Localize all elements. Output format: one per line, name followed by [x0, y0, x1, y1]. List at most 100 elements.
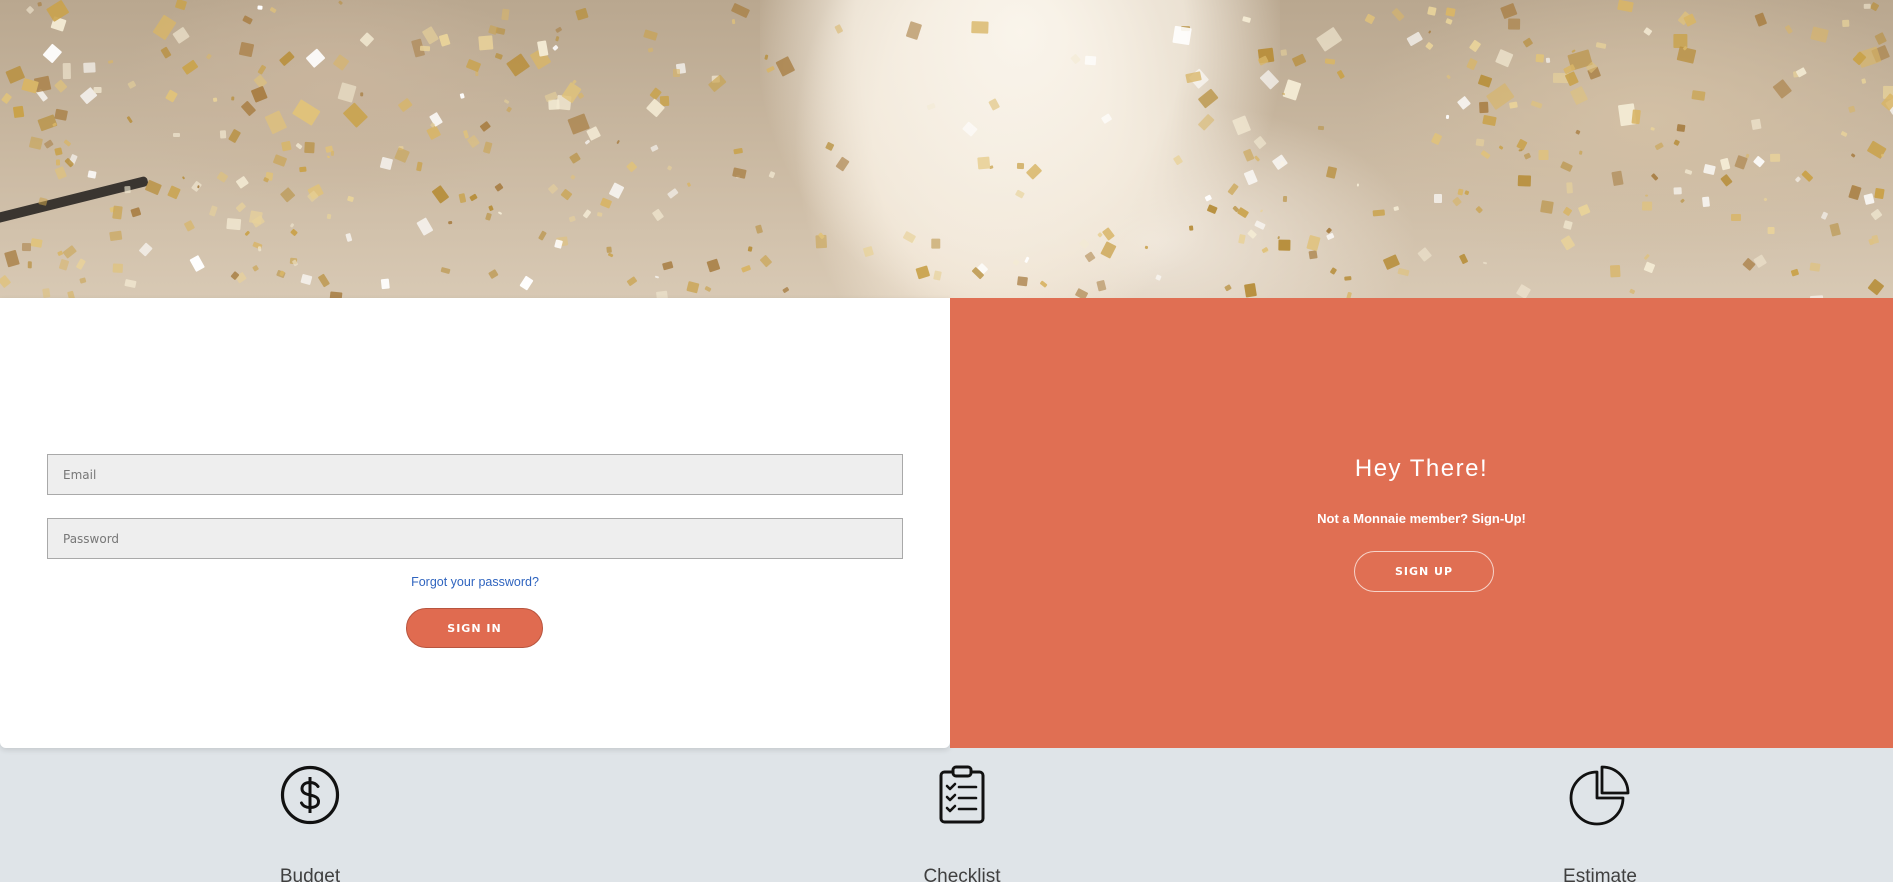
confetti-piece [931, 238, 941, 248]
password-field[interactable] [47, 518, 903, 559]
confetti-piece [1719, 173, 1733, 187]
confetti-piece [46, 0, 70, 23]
confetti-piece [568, 151, 582, 164]
confetti-piece [189, 254, 206, 272]
confetti-piece [206, 53, 213, 60]
confetti-piece [66, 290, 75, 298]
confetti-piece [173, 133, 180, 138]
confetti-piece [145, 179, 163, 195]
confetti-piece [289, 228, 298, 237]
confetti-piece [1397, 267, 1410, 277]
feature-estimate-label: Estimate [1563, 866, 1637, 882]
confetti-piece [1482, 261, 1487, 265]
confetti-piece [488, 205, 494, 212]
confetti-piece [1753, 155, 1766, 168]
confetti-piece [1538, 149, 1549, 160]
confetti-piece [431, 185, 450, 204]
confetti-piece [1754, 12, 1768, 27]
confetti-piece [3, 249, 20, 268]
confetti-piece [1480, 149, 1491, 159]
confetti-piece [1643, 261, 1656, 274]
confetti-piece [1479, 101, 1490, 114]
confetti-piece [506, 106, 513, 114]
feature-checklist[interactable]: Checklist [882, 764, 1042, 882]
confetti-piece [732, 166, 748, 179]
confetti-piece [655, 290, 668, 298]
confetti-piece [1574, 129, 1581, 135]
confetti-piece [279, 186, 296, 203]
confetti-piece [167, 185, 182, 200]
confetti-piece [1578, 203, 1591, 216]
confetti-piece [1325, 165, 1338, 179]
confetti-piece [462, 129, 469, 139]
email-field[interactable] [47, 454, 903, 495]
feature-budget[interactable]: Budget [230, 764, 390, 882]
confetti-piece [292, 98, 321, 126]
confetti-piece [1770, 153, 1781, 162]
confetti-piece [1643, 26, 1653, 36]
confetti-piece [1457, 188, 1464, 197]
confetti-piece [279, 51, 295, 66]
confetti-piece [1644, 194, 1648, 197]
confetti-piece [1562, 206, 1573, 217]
confetti-piece [1344, 275, 1352, 281]
confetti-piece [262, 177, 270, 184]
gown-highlight [760, 0, 1280, 298]
confetti-piece [1763, 197, 1768, 202]
confetti-piece [1494, 48, 1514, 68]
confetti-piece [626, 161, 638, 173]
confetti-piece [337, 82, 357, 103]
confetti-piece [1530, 99, 1543, 109]
confetti-piece [1773, 78, 1793, 99]
confetti-piece [488, 24, 499, 35]
forgot-password-link[interactable]: Forgot your password? [0, 575, 950, 589]
confetti-piece [1642, 201, 1653, 210]
feature-estimate[interactable]: Estimate [1520, 764, 1680, 882]
confetti-piece [1871, 233, 1880, 244]
clipboard-checklist-icon [939, 765, 985, 824]
confetti-piece [1016, 163, 1025, 170]
confetti-piece [76, 257, 87, 270]
confetti-piece [419, 45, 431, 52]
confetti-piece [380, 156, 394, 170]
confetti-piece [1523, 37, 1534, 48]
feature-checklist-label: Checklist [923, 866, 1001, 882]
confetti-piece [438, 34, 451, 48]
confetti-piece [1336, 69, 1345, 79]
confetti-piece [63, 62, 72, 79]
confetti-piece [686, 182, 691, 188]
confetti-piece [1565, 71, 1580, 87]
confetti-piece [1458, 253, 1469, 265]
confetti-piece [1278, 239, 1291, 251]
confetti-piece [42, 288, 51, 298]
confetti-piece [1841, 19, 1850, 28]
sign-in-button[interactable]: SIGN IN [406, 608, 543, 648]
signup-subtitle: Not a Monnaie member? Sign-Up! [1317, 511, 1526, 526]
confetti-piece [459, 92, 465, 100]
confetti-piece [1569, 85, 1588, 106]
confetti-cannon-handle [0, 175, 149, 225]
confetti-piece [706, 258, 721, 273]
confetti-piece [124, 185, 131, 193]
confetti-piece [1427, 6, 1437, 17]
confetti-piece [252, 265, 260, 272]
confetti-piece [1524, 152, 1532, 160]
confetti-piece [730, 2, 750, 18]
confetti-piece [62, 245, 77, 259]
confetti-piece [538, 230, 548, 241]
confetti-piece [131, 207, 142, 218]
confetti-piece [1084, 55, 1096, 66]
confetti-piece [548, 99, 560, 111]
confetti-piece [1610, 170, 1624, 187]
confetti-piece [1391, 7, 1406, 22]
confetti-piece [1881, 153, 1886, 157]
confetti-piece [330, 291, 343, 298]
confetti-piece [1850, 152, 1857, 159]
confetti-piece [506, 53, 531, 77]
confetti-piece [447, 221, 453, 225]
sign-up-button[interactable]: SIGN UP [1354, 551, 1494, 592]
confetti-piece [226, 217, 242, 230]
confetti-piece [741, 265, 752, 273]
confetti-piece [326, 213, 332, 220]
confetti-piece [1326, 233, 1335, 241]
